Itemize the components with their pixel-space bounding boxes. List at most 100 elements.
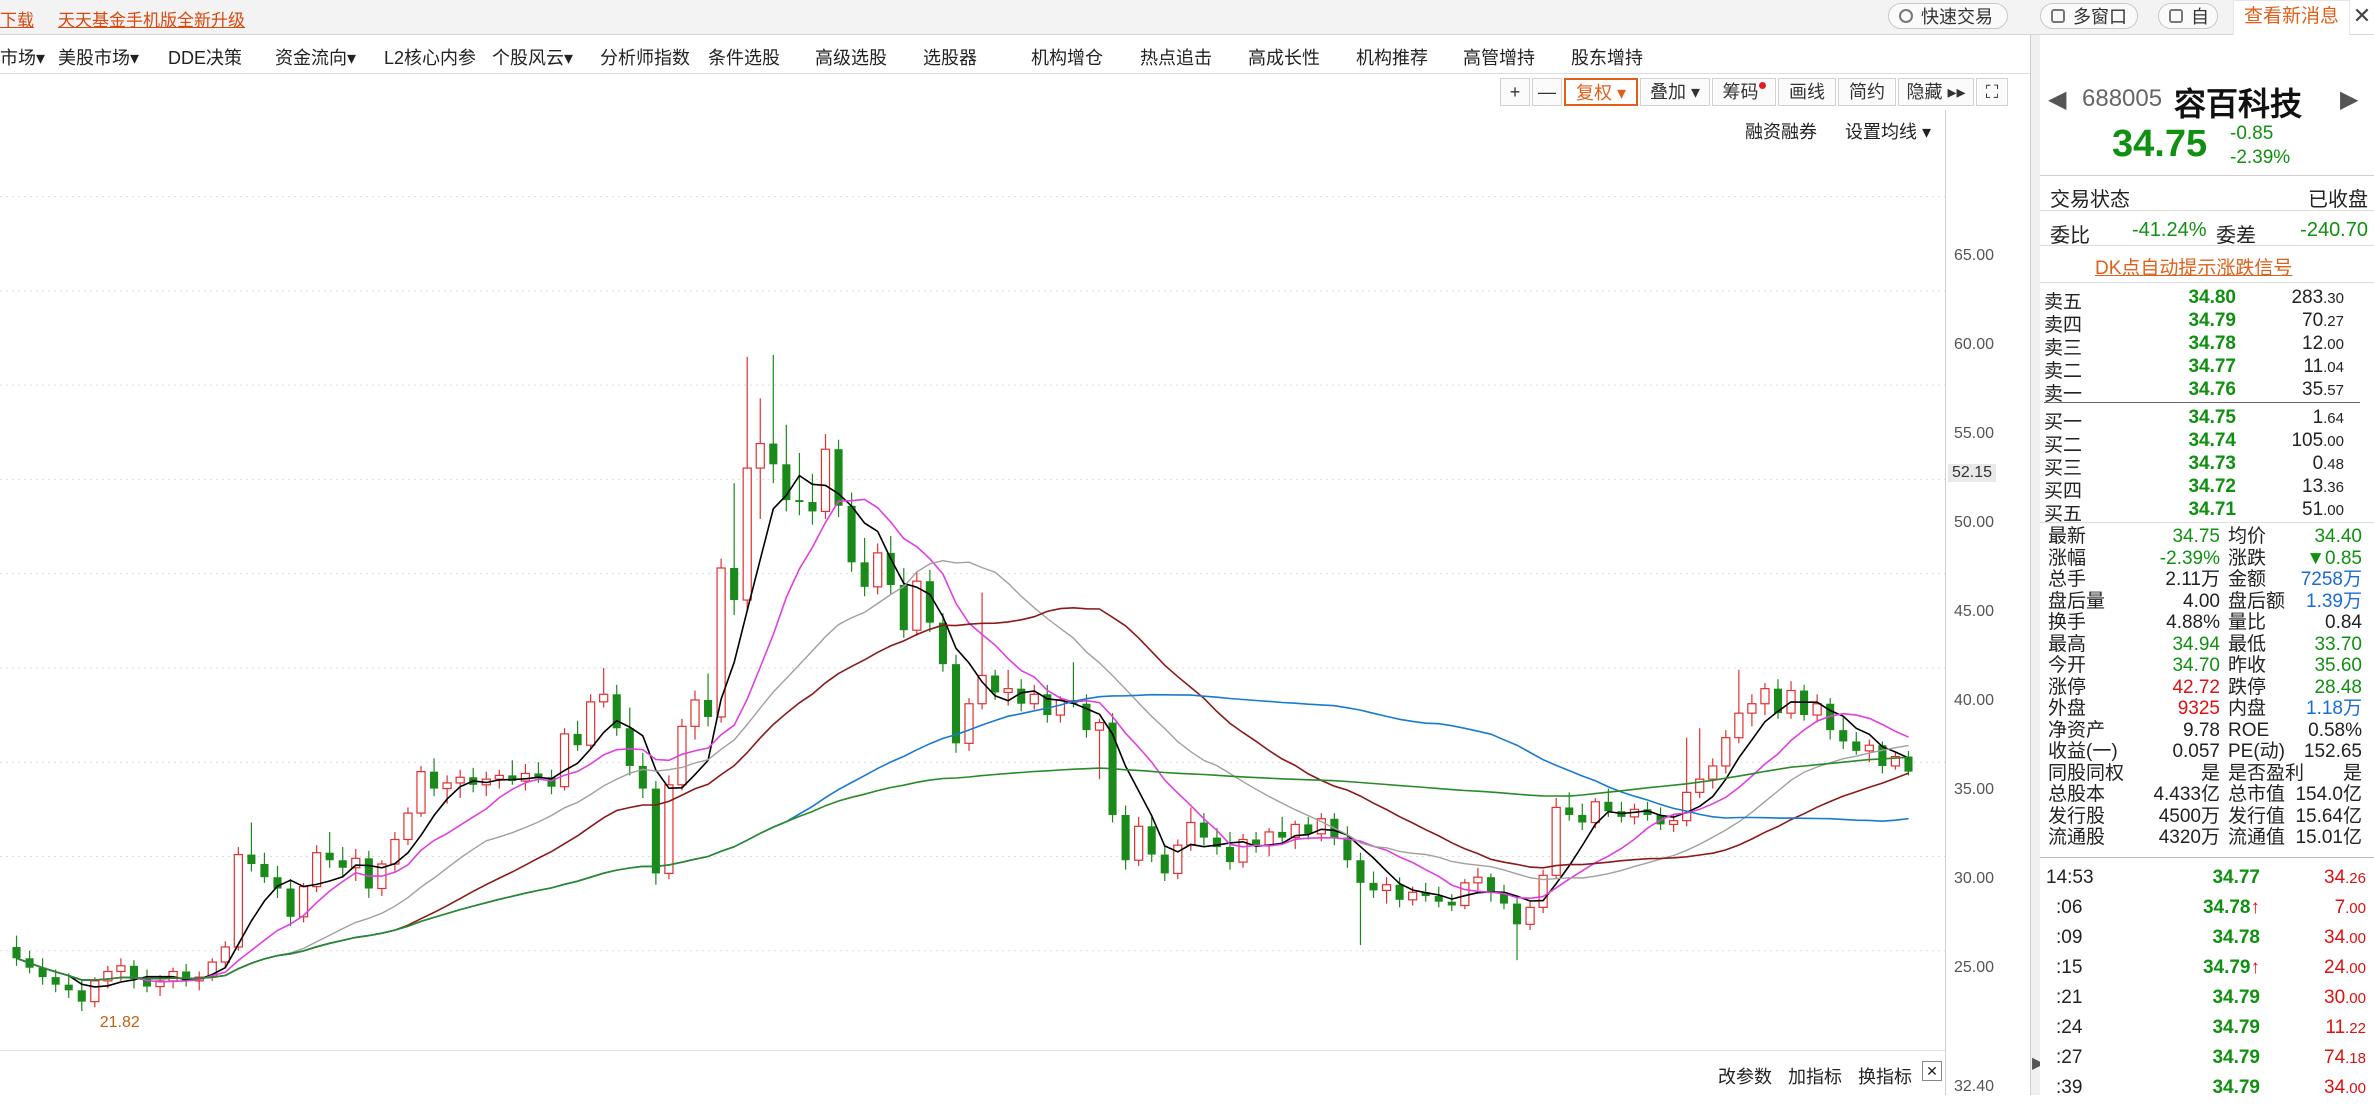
promo-link[interactable]: 天天基金手机版全新升级 (58, 6, 245, 31)
zoom-in-button[interactable]: + (1500, 78, 1530, 106)
window-icon (2051, 9, 2065, 23)
tick-time: :06 (2056, 897, 2083, 918)
event-marker-icon[interactable]: ✱ (246, 140, 258, 143)
simple-mode-button[interactable]: 简约 (1838, 78, 1896, 106)
fullscreen-icon[interactable]: ⛶ (1976, 78, 2008, 106)
order-book-row: 卖四 34.79 70.27 (2044, 310, 2354, 336)
overlay-dropdown[interactable]: 叠加 ▾ (1640, 78, 1710, 106)
candle (1812, 694, 1822, 723)
event-marker-icon[interactable]: ✱ (703, 140, 715, 143)
edit-params-button[interactable]: 改参数 (1718, 1063, 1772, 1089)
event-marker-icon[interactable]: ✱ (1173, 140, 1185, 143)
zoom-out-button[interactable]: — (1532, 78, 1562, 106)
stat-label: 收益(一) (2048, 741, 2118, 762)
adjust-dropdown[interactable]: 复权 ▾ (1564, 78, 1638, 106)
switch-indicator-button[interactable]: 换指标 (1858, 1063, 1912, 1089)
event-marker-icon[interactable]: ✱ (546, 140, 558, 143)
event-marker-icon[interactable]: ✱ (1199, 140, 1211, 143)
menu-market[interactable]: 市场▾ (0, 44, 45, 70)
menu-growth[interactable]: 高成长性 (1248, 44, 1320, 70)
event-marker-icon[interactable]: ✱ (325, 140, 337, 143)
stat-label: 总股本 (2048, 784, 2106, 805)
candle (573, 720, 582, 751)
candle (925, 569, 934, 633)
price-change: -0.85 (2230, 123, 2274, 144)
event-marker-icon[interactable]: ✱ (1369, 140, 1381, 143)
chips-button[interactable]: 筹码 (1712, 78, 1776, 106)
event-marker-icon[interactable]: ✱ (1329, 140, 1341, 143)
hide-button[interactable]: 隐藏 ▸▸ (1898, 78, 1974, 106)
candle (90, 977, 100, 1008)
candle (1304, 816, 1313, 840)
kline-chart[interactable]: 21.82✱✱✱✱✱✱✱✱✱✱✱✱✱✱✱✱✱✱✱✱✱✱✱✱✱✱✱✱✱✱ (0, 140, 1945, 1045)
event-marker-icon[interactable]: ✱ (351, 140, 363, 143)
event-marker-icon[interactable]: ✱ (1473, 140, 1485, 143)
event-marker-icon[interactable]: ✱ (677, 140, 689, 143)
dk-signal-link[interactable]: DK点自动提示涨跌信号 (2095, 253, 2292, 280)
candle (273, 865, 282, 898)
menu-inst-recommend[interactable]: 机构推荐 (1356, 44, 1428, 70)
tick-volume: 30.00 (2280, 987, 2366, 1009)
menu-l2[interactable]: L2核心内参 (384, 44, 476, 70)
order-volume-int: 11 (2303, 356, 2324, 377)
add-indicator-button[interactable]: 加指标 (1788, 1063, 1842, 1089)
close-icon[interactable]: ✕ (2350, 0, 2374, 34)
download-link[interactable]: 下载 (0, 6, 34, 31)
event-marker-icon[interactable]: ✱ (1460, 140, 1472, 143)
price-axis: 65.00 60.00 55.00 52.15 50.00 45.00 40.0… (1945, 110, 2031, 1095)
candle (12, 935, 21, 966)
event-marker-icon[interactable]: ✱ (233, 140, 245, 143)
menu-inst-increase[interactable]: 机构增仓 (1031, 44, 1103, 70)
next-stock-icon[interactable]: ▶ (2340, 85, 2358, 114)
draw-line-button[interactable]: 画线 (1778, 78, 1836, 106)
stat-label: 均价 (2228, 526, 2267, 547)
event-marker-icon[interactable]: ✱ (1447, 140, 1459, 143)
event-marker-icon[interactable]: ✱ (742, 140, 754, 143)
stat-label: 流通股 (2048, 827, 2106, 848)
menu-dde[interactable]: DDE决策 (168, 44, 242, 70)
current-price-mark: 52.15 (1948, 464, 1997, 482)
event-marker-icon[interactable]: ✱ (481, 140, 493, 143)
tick-price: 34.79 (2140, 1017, 2260, 1039)
candle (1760, 683, 1770, 716)
quick-trade-button[interactable]: 快速交易 (1888, 3, 2008, 29)
menu-stock-news[interactable]: 个股风云▾ (492, 44, 573, 70)
event-marker-icon[interactable]: ✱ (781, 140, 793, 143)
event-marker-icon[interactable]: ✱ (168, 140, 180, 143)
event-marker-icon[interactable]: ✱ (507, 140, 519, 143)
event-marker-icon[interactable]: ✱ (390, 140, 402, 143)
event-marker-icon[interactable]: ✱ (12, 140, 24, 143)
event-marker-icon[interactable]: ✱ (690, 140, 702, 143)
event-marker-icon[interactable]: ✱ (1538, 140, 1550, 143)
menu-fund-flow[interactable]: 资金流向▾ (275, 44, 356, 70)
menu-condition-pick[interactable]: 条件选股 (708, 44, 780, 70)
candle (820, 434, 831, 519)
multi-window-button[interactable]: 多窗口 (2040, 3, 2138, 29)
event-marker-icon[interactable]: ✱ (494, 140, 506, 143)
watchlist-button[interactable]: 自选 (2158, 3, 2218, 29)
event-marker-icon[interactable]: ✱ (25, 140, 37, 143)
menu-holder-increase[interactable]: 股东增持 (1571, 44, 1643, 70)
prev-stock-icon[interactable]: ◀ (2048, 85, 2066, 114)
menu-analyst[interactable]: 分析师指数 (600, 44, 690, 70)
menu-hot-track[interactable]: 热点追击 (1140, 44, 1212, 70)
order-price: 34.77 (2188, 356, 2236, 377)
menu-exec-increase[interactable]: 高管增持 (1463, 44, 1535, 70)
notify-button[interactable]: 查看新消息 (2232, 0, 2350, 36)
event-marker-icon[interactable]: ✱ (664, 140, 676, 143)
order-price: 34.73 (2188, 453, 2236, 474)
event-marker-icon[interactable]: ✱ (299, 140, 311, 143)
event-marker-icon[interactable]: ✱ (925, 140, 937, 143)
menu-us-market[interactable]: 美股市场▾ (58, 44, 139, 70)
tick-price-value: 34.79 (2212, 987, 2260, 1008)
event-marker-icon[interactable]: ✱ (1421, 140, 1433, 143)
event-marker-icon[interactable]: ✱ (533, 140, 545, 143)
close-indicator-icon[interactable]: ✕ (1922, 1061, 1942, 1081)
tick-row: :39 34.79 34.00 (2040, 1077, 2374, 1105)
price-change-pct: -2.39% (2230, 147, 2291, 168)
low-price-annotation: 21.82 (100, 1014, 140, 1031)
candle (730, 483, 739, 616)
menu-screener[interactable]: 选股器 (923, 44, 977, 70)
tick-row: :21 34.79 30.00 (2040, 987, 2374, 1015)
menu-advanced-pick[interactable]: 高级选股 (815, 44, 887, 70)
